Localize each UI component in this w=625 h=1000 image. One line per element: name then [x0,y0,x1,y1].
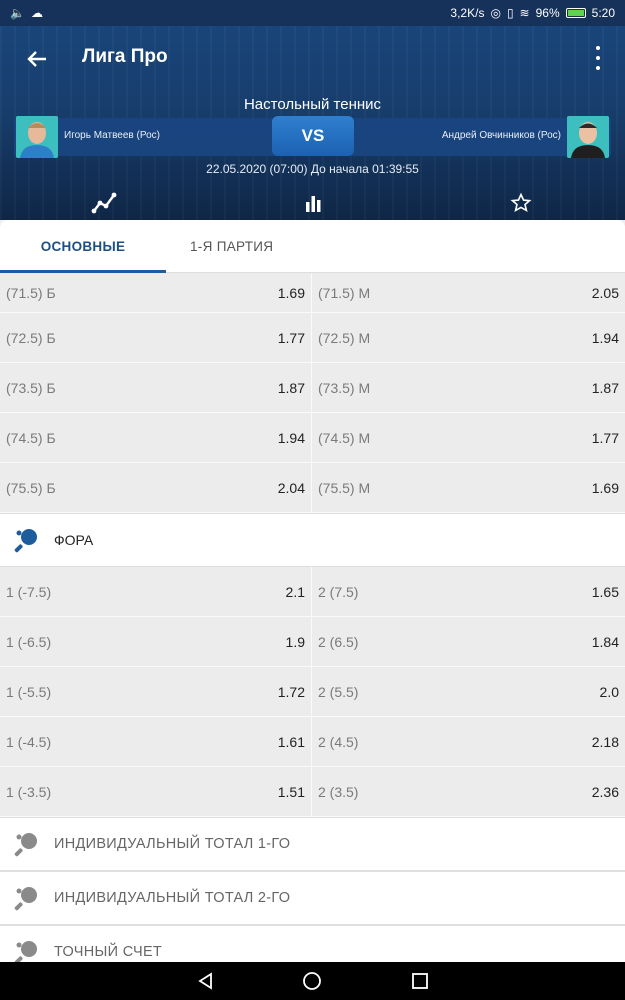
status-bar: 🔈 ☁ 3,2K/s ◎ ▯ ≋ 96% 5:20 [0,0,625,26]
odds-row: (71.5) Б 1.69 (71.5) М 2.05 [0,273,625,313]
handicap-market: 1 (-7.5) 2.1 2 (7.5) 1.65 1 (-6.5) 1.9 2 (6… [0,567,625,817]
odds-cell[interactable]: (71.5) М 2.05 [312,273,625,312]
odds-row: (72.5) Б 1.77 (72.5) М 1.94 [0,313,625,363]
vs-badge: VS [272,116,354,156]
odds-cell[interactable]: 2 (4.5) 2.18 [312,717,625,766]
section-title: ФОРА [54,532,94,548]
tab-main[interactable]: ОСНОВНЫЕ [0,220,166,273]
markets-list: (71.5) Б 1.69 (71.5) М 2.05 (72.5) Б 1.77 (… [0,273,625,962]
battery-icon [565,8,586,18]
match-datetime: 22.05.2020 (07:00) До начала 01:39:55 [206,162,419,176]
odds-cell[interactable]: (74.5) М 1.77 [312,413,625,462]
player2-name: Андрей Овчинников (Рос) [441,130,561,141]
table-tennis-paddle-icon [14,887,37,911]
odds-cell[interactable]: (71.5) Б 1.69 [0,273,312,312]
player1-name: Игорь Матвеев (Рос) [64,130,160,141]
odds-row: 1 (-3.5) 1.51 2 (3.5) 2.36 [0,767,625,817]
nav-home-icon[interactable] [302,971,322,991]
favorite-button[interactable] [506,190,536,216]
odds-cell[interactable]: (72.5) М 1.94 [312,313,625,362]
volume-icon: 🔈 [10,6,25,20]
odds-row: (74.5) Б 1.94 (74.5) М 1.77 [0,413,625,463]
odds-cell[interactable]: (74.5) Б 1.94 [0,413,312,462]
table-tennis-paddle-icon [14,833,37,857]
section-title: ТОЧНЫЙ СЧЕТ [54,944,163,960]
network-speed: 3,2K/s [450,6,485,20]
section-title: ИНДИВИДУАЛЬНЫЙ ТОТАЛ 2-ГО [54,890,291,906]
bar-chart-icon [306,196,321,212]
overflow-menu-button[interactable] [593,46,603,70]
odds-row: 1 (-7.5) 2.1 2 (7.5) 1.65 [0,567,625,617]
tab-first-set[interactable]: 1-Я ПАРТИЯ [190,220,273,273]
player1-avatar [16,116,58,158]
odds-cell[interactable]: 1 (-5.5) 1.72 [0,667,312,716]
market-tabs: ОСНОВНЫЕ 1-Я ПАРТИЯ [0,220,625,273]
odds-cell[interactable]: 2 (5.5) 2.0 [312,667,625,716]
vibrate-icon: ▯ [506,6,514,20]
nav-recents-icon[interactable] [410,971,430,991]
section-exact-score[interactable]: ТОЧНЫЙ СЧЕТ [0,925,625,962]
section-individual-total-2[interactable]: ИНДИВИДУАЛЬНЫЙ ТОТАЛ 2-ГО [0,871,625,925]
section-handicap[interactable]: ФОРА [0,513,625,567]
table-tennis-paddle-icon [14,941,37,962]
odds-cell[interactable]: 1 (-7.5) 2.1 [0,567,312,616]
odds-cell[interactable]: 1 (-6.5) 1.9 [0,617,312,666]
system-nav-bar [0,962,625,1000]
match-header: Лига Про Настольный теннис Игорь Матвеев… [0,26,625,220]
odds-cell[interactable]: 2 (6.5) 1.84 [312,617,625,666]
cloud-icon: ☁ [30,6,43,20]
arrow-left-icon [27,51,46,67]
nav-back-icon[interactable] [196,971,216,991]
back-button[interactable] [22,44,52,74]
trend-line-icon [91,192,117,214]
odds-row: (75.5) Б 2.04 (75.5) М 1.69 [0,463,625,513]
sport-name: Настольный теннис [243,96,382,113]
odds-cell[interactable]: (75.5) Б 2.04 [0,463,312,512]
odds-cell[interactable]: 2 (3.5) 2.36 [312,767,625,816]
odds-cell[interactable]: (75.5) М 1.69 [312,463,625,512]
odds-row: 1 (-4.5) 1.61 2 (4.5) 2.18 [0,717,625,767]
odds-cell[interactable]: 1 (-3.5) 1.51 [0,767,312,816]
player2-avatar [567,116,609,158]
odds-row: 1 (-6.5) 1.9 2 (6.5) 1.84 [0,617,625,667]
totals-market: (71.5) Б 1.69 (71.5) М 2.05 (72.5) Б 1.77 (… [0,273,625,513]
odds-cell[interactable]: 1 (-4.5) 1.61 [0,717,312,766]
odds-cell[interactable]: 2 (7.5) 1.65 [312,567,625,616]
clock: 5:20 [591,6,615,20]
odds-row: (73.5) Б 1.87 (73.5) М 1.87 [0,363,625,413]
section-title: ИНДИВИДУАЛЬНЫЙ ТОТАЛ 1-ГО [54,836,291,852]
section-individual-total-1[interactable]: ИНДИВИДУАЛЬНЫЙ ТОТАЛ 1-ГО [0,817,625,871]
trend-button[interactable] [89,190,119,216]
odds-cell[interactable]: (72.5) Б 1.77 [0,313,312,362]
odds-cell[interactable]: (73.5) Б 1.87 [0,363,312,412]
star-icon [510,192,532,213]
page-title: Лига Про [82,46,168,67]
location-icon: ◎ [490,6,501,20]
battery-percent: 96% [535,6,560,20]
wifi-icon: ≋ [519,6,530,20]
table-tennis-paddle-icon [14,529,37,553]
odds-cell[interactable]: (73.5) М 1.87 [312,363,625,412]
stats-button[interactable] [298,190,328,216]
odds-row: 1 (-5.5) 1.72 2 (5.5) 2.0 [0,667,625,717]
